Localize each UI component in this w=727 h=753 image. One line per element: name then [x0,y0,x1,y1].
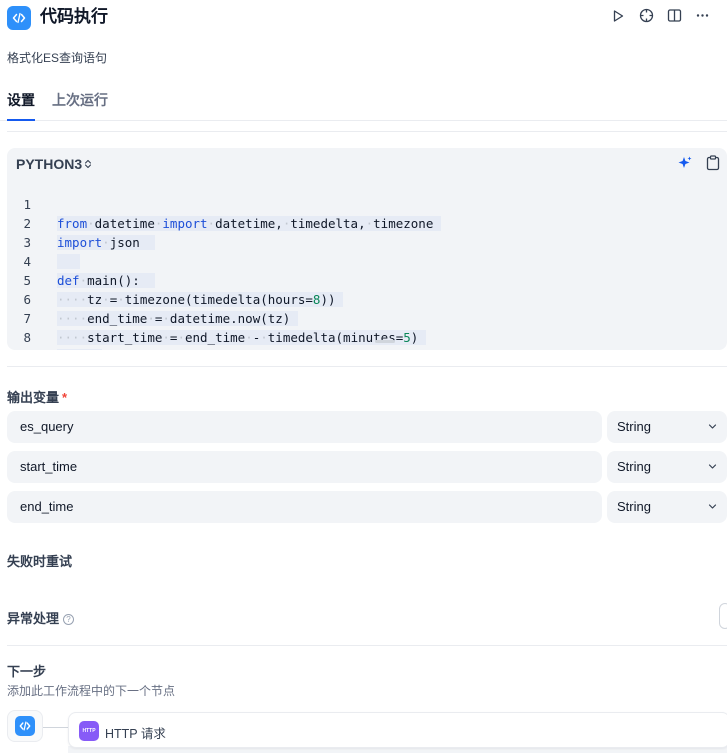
next-node-card[interactable]: HTTP HTTP 请求 [68,712,727,748]
more-icon [695,8,710,28]
run-button[interactable] [607,7,629,29]
var-type-value: String [617,459,651,474]
tab-bar: 设置 上次运行 [0,88,727,121]
sort-chevron-icon [84,159,92,169]
error-handling-title: 异常处理 [7,611,60,626]
tab-settings[interactable]: 设置 [7,91,35,121]
locate-button[interactable] [635,7,657,29]
more-button[interactable] [691,7,713,29]
section-divider [7,645,727,646]
output-var-row: end_time String [7,491,727,523]
clipboard-icon [706,154,720,176]
tab-last-run[interactable]: 上次运行 [52,91,108,121]
help-icon[interactable]: ? [63,614,75,626]
node-title[interactable]: 代码执行 [40,6,108,28]
error-handling-select[interactable] [719,603,727,629]
var-type-select[interactable]: String [607,451,727,483]
chevron-down-icon [708,491,717,537]
ai-generate-button[interactable] [675,155,695,175]
resize-handle[interactable] [375,340,395,343]
copy-button[interactable] [703,154,723,176]
code-line: 1 from·datetime·import·datetime,·timedel… [7,176,727,231]
code-line: 7 ····start_time·=·end_time·-·timedelta(… [7,290,727,345]
code-line: 2 import·json [7,195,727,250]
var-name-input[interactable]: start_time [7,451,602,483]
code-icon [15,716,35,736]
var-type-select[interactable]: String [607,411,727,443]
code-content[interactable]: 1 from·datetime·import·datetime,·timedel… [7,176,727,350]
code-line: 5 ····tz·=·timezone(timedelta(hours=8)) [7,252,727,307]
node-description[interactable]: 格式化ES查询语句 [7,49,107,66]
output-vars-label: 输出变量 * [7,387,67,406]
line-number: 9 [7,347,31,350]
section-divider [7,366,727,367]
code-line: 8 ···· [7,309,727,350]
next-step-label: 下一步 [7,664,47,679]
split-view-button[interactable] [663,7,685,29]
next-step-subtitle: 添加此工作流程中的下一个节点 [7,684,176,698]
language-label: PYTHON3 [16,156,83,172]
code-line: 4 def·main(): [7,233,727,288]
code-line: 3 [7,214,727,269]
code-icon [7,6,31,30]
var-type-value: String [617,499,651,514]
var-type-value: String [617,419,651,434]
output-var-row: es_query String [7,411,727,443]
var-name-input[interactable]: end_time [7,491,602,523]
language-select[interactable]: PYTHON3 [16,156,92,172]
current-node-icon [7,710,43,742]
code-editor[interactable]: PYTHON3 1 from·datetime·import·datetime,… [7,148,727,350]
play-icon [611,9,625,28]
http-icon: HTTP [79,721,99,741]
panel-header: 代码执行 [0,0,727,36]
node-connector [43,727,68,728]
code-line: 9 ····query·=·{ [7,328,727,350]
var-name-input[interactable]: es_query [7,411,602,443]
next-node-label: HTTP 请求 [105,727,166,741]
sparkle-icon [677,155,693,176]
section-divider [7,131,727,132]
code-line: 6 ····end_time·=·datetime.now(tz) [7,271,727,326]
output-vars-title: 输出变量 [7,390,60,405]
error-handling-label: 异常处理? [7,608,75,627]
crosshair-icon [639,8,654,28]
retry-label: 失败时重试 [7,554,73,569]
output-var-row: start_time String [7,451,727,483]
split-view-icon [667,8,682,28]
var-type-select[interactable]: String [607,491,727,523]
required-mark: * [62,390,68,405]
